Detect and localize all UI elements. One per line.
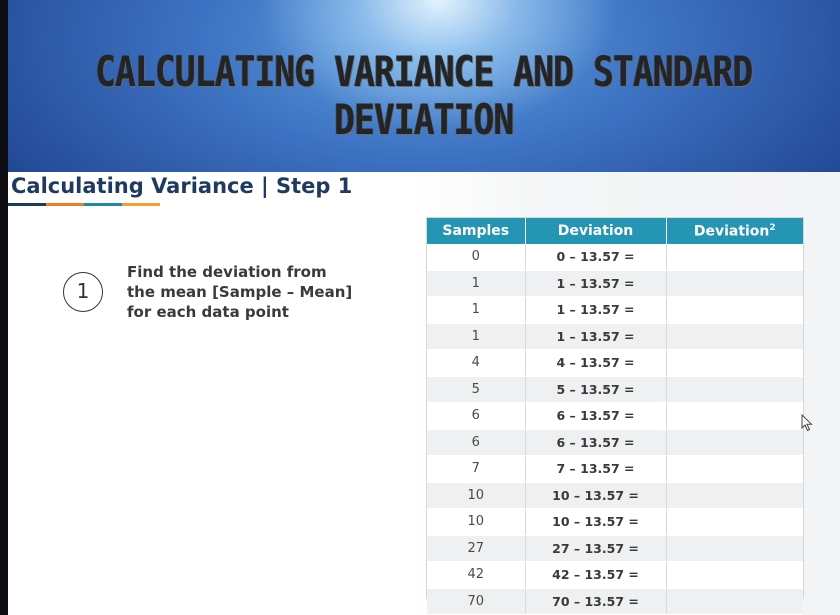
deviation-table: Samples Deviation Deviation2 00 – 13.57 … <box>426 217 804 615</box>
deviation-cell: 5 – 13.57 = <box>525 376 667 403</box>
header-samples: Samples <box>427 218 526 244</box>
table-row: 77 – 13.57 = <box>427 455 803 483</box>
deviation-cell: 10 – 13.57 = <box>525 508 667 536</box>
table-row: 11 – 13.57 = <box>427 270 803 297</box>
table-row: 10 10 – 13.57 = <box>427 482 803 509</box>
deviation-squared-cell <box>666 296 803 324</box>
sample-cell: 42 <box>427 561 526 589</box>
slide-content: Calculating Variance | Step 1 1 Find the… <box>8 172 840 615</box>
mouse-pointer-icon <box>801 414 813 432</box>
title-underline-segment <box>46 203 84 206</box>
deviation-squared-cell <box>666 323 803 350</box>
sample-cell: 6 <box>427 402 526 430</box>
table-row: 44 – 13.57 = <box>427 349 803 377</box>
deviation-cell: 42 – 13.57 = <box>525 561 667 589</box>
header-deviation-squared: Deviation2 <box>666 218 803 244</box>
banner-title-line2: DEVIATION <box>334 95 514 144</box>
left-border-strip <box>0 0 8 615</box>
deviation-squared-cell <box>666 561 803 589</box>
title-underline-segment <box>122 203 160 206</box>
sample-cell: 10 <box>427 482 526 509</box>
sample-cell: 6 <box>427 429 526 456</box>
instruction-line: the mean [Sample – Mean] <box>127 283 353 301</box>
sample-cell: 27 <box>427 535 526 562</box>
table-row: 10 10 – 13.57 = <box>427 508 803 536</box>
instruction-line: Find the deviation from <box>127 263 327 281</box>
deviation-squared-cell <box>666 270 803 297</box>
deviation-squared-cell <box>666 455 803 483</box>
deviation-squared-cell <box>666 508 803 536</box>
deviation-cell: 10 – 13.57 = <box>525 482 667 509</box>
table-row: 66 – 13.57 = <box>427 429 803 456</box>
deviation-cell: 6 – 13.57 = <box>525 429 667 456</box>
deviation-cell: 0 – 13.57 = <box>525 244 667 271</box>
deviation-squared-cell <box>666 402 803 430</box>
deviation-squared-cell <box>666 535 803 562</box>
deviation-cell: 1 – 13.57 = <box>525 323 667 350</box>
instruction-line: for each data point <box>127 303 289 321</box>
table-row: 70 70 – 13.57 = <box>427 588 803 615</box>
title-underline-segment <box>84 203 122 206</box>
header-deviation-squared-label: Deviation <box>693 223 770 240</box>
table-row: 66 – 13.57 = <box>427 402 803 430</box>
deviation-squared-cell <box>666 244 803 271</box>
deviation-cell: 1 – 13.57 = <box>525 270 667 297</box>
table-row: 11 – 13.57 = <box>427 323 803 350</box>
banner-title: CALCULATING VARIANCE AND STANDARD DEVIAT… <box>83 48 765 144</box>
deviation-squared-cell <box>666 482 803 509</box>
sample-cell: 10 <box>427 508 526 536</box>
deviation-cell: 4 – 13.57 = <box>525 349 667 377</box>
table-row: 55 – 13.57 = <box>427 376 803 403</box>
section-title: Calculating Variance | Step 1 <box>11 174 353 198</box>
sample-cell: 4 <box>427 349 526 377</box>
deviation-squared-cell <box>666 349 803 377</box>
sample-cell: 1 <box>427 323 526 350</box>
table-row: 42 42 – 13.57 = <box>427 561 803 589</box>
banner-title-line1: CALCULATING VARIANCE AND STANDARD <box>95 47 753 96</box>
deviation-squared-cell <box>666 429 803 456</box>
sample-cell: 0 <box>427 244 526 271</box>
deviation-cell: 70 – 13.57 = <box>525 588 667 615</box>
table-body: 00 – 13.57 = 1 1 – 13.57 = 1 1 – 13.57 = 1 1 –… <box>427 244 803 615</box>
header-deviation: Deviation <box>525 218 667 244</box>
deviation-cell: 6 – 13.57 = <box>525 402 667 430</box>
table-row: 00 – 13.57 = <box>427 244 803 271</box>
sample-cell: 70 <box>427 588 526 615</box>
table-row: 27 27 – 13.57 = <box>427 535 803 562</box>
table-header-row: Samples Deviation Deviation2 <box>427 218 803 244</box>
table-row: 11 – 13.57 = <box>427 296 803 324</box>
title-banner: CALCULATING VARIANCE AND STANDARD DEVIAT… <box>8 0 840 172</box>
title-underline-segment <box>8 203 46 206</box>
deviation-squared-cell <box>666 376 803 403</box>
deviation-cell: 1 – 13.57 = <box>525 296 667 324</box>
step-number-circle: 1 <box>63 272 103 312</box>
superscript-two: 2 <box>769 222 776 233</box>
deviation-squared-cell <box>666 588 803 615</box>
sample-cell: 5 <box>427 376 526 403</box>
deviation-cell: 27 – 13.57 = <box>525 535 667 562</box>
sample-cell: 1 <box>427 270 526 297</box>
step-instruction: Find the deviation from the mean [Sample… <box>127 262 397 322</box>
sample-cell: 7 <box>427 455 526 483</box>
deviation-cell: 7 – 13.57 = <box>525 455 667 483</box>
sample-cell: 1 <box>427 296 526 324</box>
